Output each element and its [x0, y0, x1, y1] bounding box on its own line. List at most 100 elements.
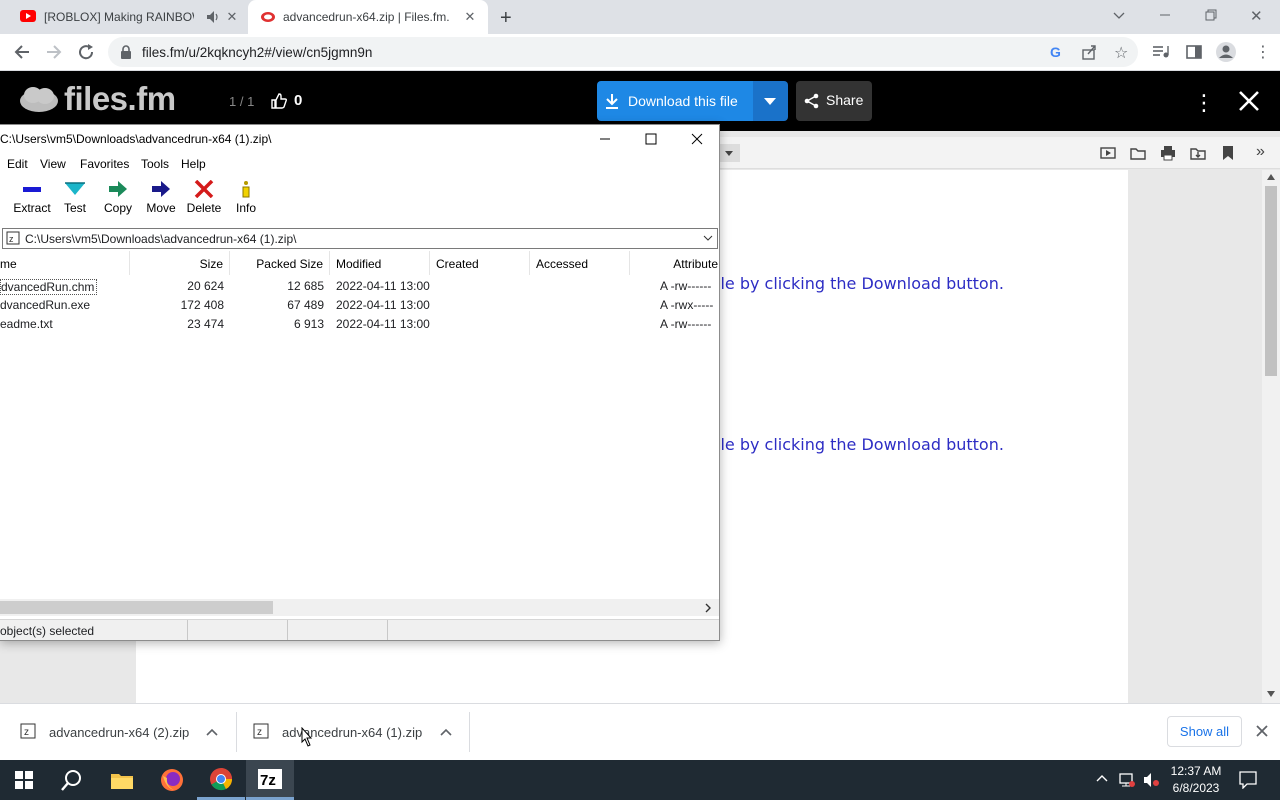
chrome-button[interactable]: [197, 760, 245, 800]
minimize-icon[interactable]: [582, 125, 628, 153]
chevron-up-icon[interactable]: [440, 728, 452, 736]
menu-favorites[interactable]: Favorites: [80, 157, 129, 171]
archive-icon: z: [6, 231, 20, 245]
viewer-toolbar: »: [720, 137, 1280, 169]
scrollbar-thumb[interactable]: [0, 601, 273, 614]
menu-tools[interactable]: Tools: [141, 157, 169, 171]
file-packed-size: 67 489: [287, 298, 324, 312]
status-divider: [287, 620, 288, 640]
reload-icon[interactable]: [77, 43, 95, 61]
firefox-button[interactable]: [148, 760, 196, 800]
column-packed-size[interactable]: Packed Size: [230, 251, 330, 275]
share-button[interactable]: Share: [796, 81, 872, 121]
volume-muted-icon[interactable]: [1143, 772, 1161, 788]
menu-edit[interactable]: Edit: [7, 157, 28, 171]
windows-icon: [15, 771, 33, 789]
side-panel-icon[interactable]: [1186, 44, 1202, 60]
close-shelf-icon[interactable]: [1255, 724, 1269, 738]
vertical-scrollbar[interactable]: [1262, 170, 1280, 703]
close-tab-icon[interactable]: ✕: [224, 9, 240, 25]
menu-view[interactable]: View: [40, 157, 66, 171]
present-icon[interactable]: [1100, 145, 1116, 161]
address-bar[interactable]: files.fm/u/2kqkncyh2#/view/cn5jgmn9n G ☆: [108, 37, 1138, 67]
extract-button[interactable]: Extract: [9, 180, 55, 215]
search-button[interactable]: [48, 760, 96, 800]
save-icon[interactable]: [1190, 145, 1206, 161]
column-size[interactable]: Size: [130, 251, 230, 275]
download-options-button[interactable]: [753, 81, 788, 121]
profile-avatar-icon[interactable]: [1215, 41, 1237, 63]
lock-icon[interactable]: [120, 45, 132, 59]
download-item[interactable]: z advancedrun-x64 (2).zip: [0, 704, 236, 761]
status-bar: object(s) selected: [0, 619, 719, 640]
table-row[interactable]: dvancedRun.chm 20 624 12 685 2022-04-11 …: [0, 277, 719, 296]
table-row[interactable]: eadme.txt 23 474 6 913 2022-04-11 13:00 …: [0, 315, 719, 334]
menu-help[interactable]: Help: [181, 157, 206, 171]
column-created[interactable]: Created: [430, 251, 530, 275]
column-accessed[interactable]: Accessed: [530, 251, 630, 275]
bookmark-star-icon[interactable]: ☆: [1114, 43, 1128, 63]
clock-time[interactable]: 12:37 AM: [1170, 764, 1222, 778]
more-tools-icon[interactable]: »: [1256, 143, 1265, 161]
forward-icon[interactable]: [45, 43, 63, 61]
media-icon[interactable]: [1152, 44, 1170, 60]
scroll-right-icon[interactable]: [705, 603, 712, 613]
column-attributes[interactable]: Attribute: [630, 251, 719, 275]
more-options-icon[interactable]: ⋮: [1193, 90, 1215, 116]
test-button[interactable]: Test: [52, 180, 98, 215]
chevron-up-icon[interactable]: [1096, 774, 1108, 782]
7zip-window[interactable]: C:\Users\vm5\Downloads\advancedrun-x64 (…: [0, 124, 720, 641]
move-button[interactable]: Move: [138, 180, 184, 215]
7zip-button[interactable]: 7z: [246, 760, 294, 800]
info-button[interactable]: Info: [223, 180, 269, 215]
scroll-up-icon[interactable]: [1267, 174, 1275, 180]
chevron-up-icon[interactable]: [206, 728, 218, 736]
close-viewer-icon[interactable]: [1238, 90, 1260, 112]
close-icon[interactable]: [674, 125, 719, 153]
tab-search-icon[interactable]: [1112, 8, 1126, 22]
chevron-down-icon[interactable]: [703, 235, 713, 242]
maximize-icon[interactable]: [628, 125, 674, 153]
close-window-icon[interactable]: ✕: [1250, 7, 1263, 25]
status-text: object(s) selected: [0, 624, 95, 638]
show-all-button[interactable]: Show all: [1167, 716, 1242, 747]
close-tab-icon[interactable]: ✕: [462, 9, 478, 25]
horizontal-scrollbar[interactable]: [0, 599, 719, 616]
bookmark-icon[interactable]: [1222, 145, 1234, 161]
minimize-icon[interactable]: [1158, 8, 1172, 22]
download-item[interactable]: z advancedrun-x64 (1).zip: [237, 704, 469, 761]
download-file-button[interactable]: Download this file: [597, 81, 753, 121]
delete-button[interactable]: Delete: [181, 180, 227, 215]
thumbs-up-icon[interactable]: [270, 92, 288, 110]
column-name[interactable]: me: [0, 251, 130, 275]
new-tab-icon[interactable]: +: [500, 7, 512, 30]
tab-filesfm[interactable]: advancedrun-x64.zip | Files.fm. ✕: [248, 0, 488, 34]
speaker-icon[interactable]: [206, 10, 220, 24]
google-icon[interactable]: G: [1050, 44, 1061, 60]
divider: [469, 712, 470, 752]
download-file-name: advancedrun-x64 (2).zip: [49, 725, 190, 740]
scrollbar-thumb[interactable]: [1265, 186, 1277, 376]
file-explorer-button[interactable]: [98, 760, 146, 800]
clock-date[interactable]: 6/8/2023: [1166, 781, 1226, 795]
open-file-icon[interactable]: [1130, 145, 1146, 161]
print-icon[interactable]: [1160, 145, 1176, 161]
network-icon[interactable]: [1118, 772, 1136, 788]
back-icon[interactable]: [13, 43, 31, 61]
start-button[interactable]: [0, 760, 48, 800]
copy-button[interactable]: Copy: [95, 180, 141, 215]
restore-icon[interactable]: [1204, 8, 1218, 22]
filesfm-logo-icon[interactable]: [18, 84, 60, 114]
filesfm-logo[interactable]: files.fm: [64, 80, 176, 118]
notifications-icon[interactable]: [1239, 771, 1257, 789]
dropdown-icon[interactable]: [720, 144, 740, 162]
status-divider: [187, 620, 188, 640]
table-row[interactable]: dvancedRun.exe 172 408 67 489 2022-04-11…: [0, 296, 719, 315]
caret-down-icon: [764, 98, 776, 105]
column-modified[interactable]: Modified: [330, 251, 430, 275]
path-combobox[interactable]: z C:\Users\vm5\Downloads\advancedrun-x64…: [2, 228, 718, 249]
scroll-down-icon[interactable]: [1267, 691, 1275, 697]
menu-dots-icon[interactable]: ⋮: [1255, 42, 1271, 62]
share-page-icon[interactable]: [1081, 44, 1097, 60]
tab-roblox[interactable]: [ROBLOX] Making RAINBOW ✕: [12, 0, 248, 34]
